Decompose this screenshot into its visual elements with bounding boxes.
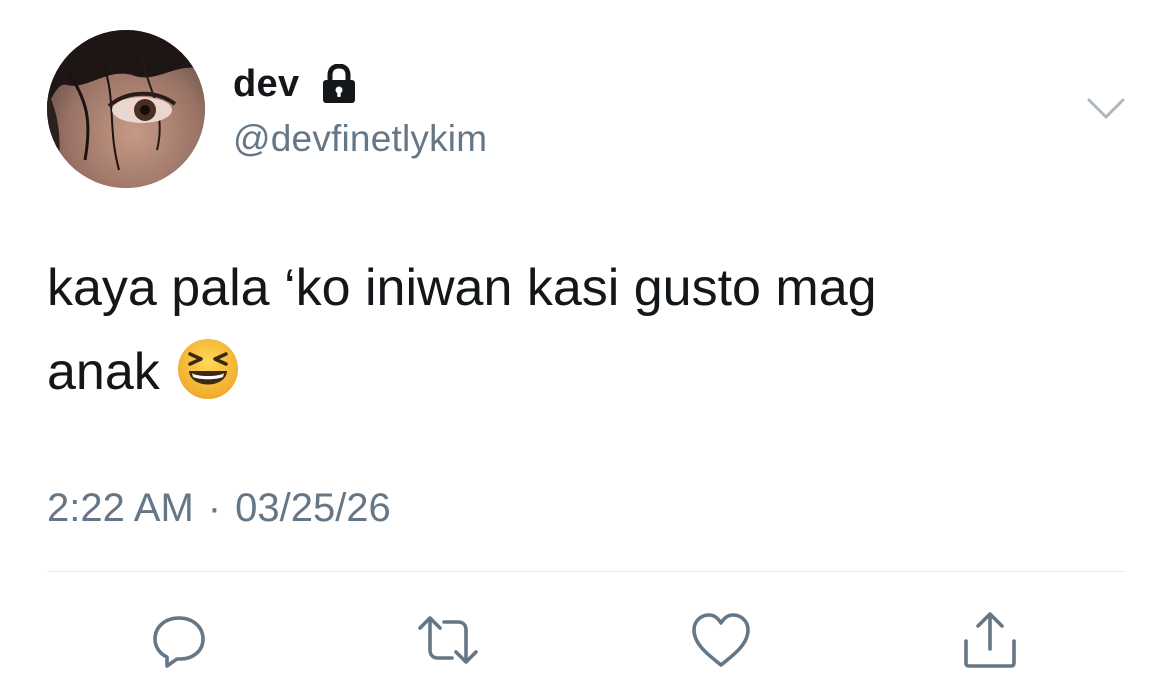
tweet-text: kaya pala ‘ko iniwan kasi gusto mag anak <box>47 246 1097 414</box>
tweet-text-line-2-text: anak <box>47 343 160 401</box>
divider <box>47 571 1125 572</box>
action-bar <box>0 600 1170 680</box>
timestamp[interactable]: 2:22 AM · 03/25/26 <box>47 486 391 531</box>
reply-icon <box>153 616 205 668</box>
grinning-squinting-face-icon <box>176 337 240 401</box>
tweet-time: 2:22 AM <box>47 486 194 530</box>
user-handle[interactable]: @devfinetlykim <box>233 118 487 160</box>
share-button[interactable] <box>958 608 1022 672</box>
display-name-row: dev <box>233 62 357 106</box>
lock-icon <box>321 63 357 104</box>
timestamp-separator: · <box>207 486 222 530</box>
share-icon <box>964 612 1016 668</box>
reply-button[interactable] <box>147 608 211 672</box>
avatar-image <box>47 30 205 188</box>
tweet-card: dev @devfinetlykim kaya pala ‘ko iniwan … <box>0 0 1170 697</box>
like-button[interactable] <box>689 608 753 672</box>
tweet-text-line-2: anak <box>47 330 1097 414</box>
heart-icon <box>692 613 750 667</box>
retweet-button[interactable] <box>416 608 480 672</box>
chevron-down-icon[interactable] <box>1086 96 1126 122</box>
display-name[interactable]: dev <box>233 63 299 106</box>
retweet-icon <box>418 616 478 664</box>
tweet-text-line-1: kaya pala ‘ko iniwan kasi gusto mag <box>47 259 877 317</box>
avatar[interactable] <box>47 30 205 188</box>
tweet-date: 03/25/26 <box>235 486 391 530</box>
